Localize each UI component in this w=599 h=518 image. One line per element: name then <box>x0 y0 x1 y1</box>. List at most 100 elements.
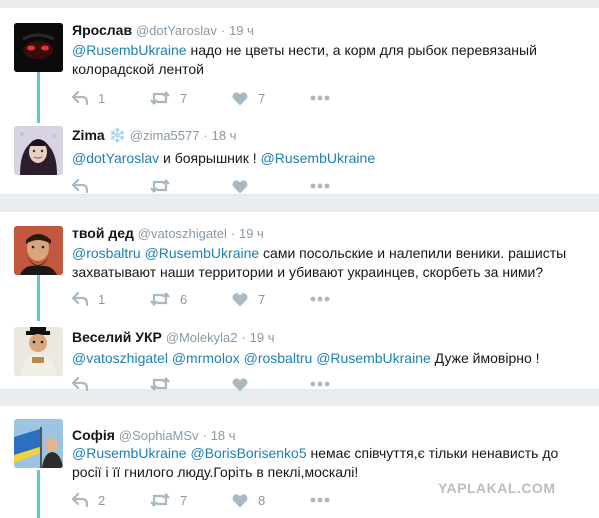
more-dots-icon <box>310 183 330 189</box>
retweet-icon <box>150 179 170 193</box>
more-button[interactable] <box>310 490 330 510</box>
conversation-group-1: Ярослав @dotYaroslav · 19 ч @RusembUkrai… <box>0 8 599 195</box>
mention-link[interactable]: @RusembUkraine <box>316 350 431 366</box>
like-count: 7 <box>258 90 266 106</box>
retweet-button[interactable] <box>150 176 180 196</box>
mention-link[interactable]: @BorisBorisenko5 <box>190 445 306 461</box>
avatar[interactable] <box>14 226 63 275</box>
tweet-3[interactable]: твой дед @vatoszhigatel · 19 ч @rosbaltr… <box>0 212 599 317</box>
retweet-button[interactable]: 6 <box>150 289 187 309</box>
mention-link[interactable]: @RusembUkraine <box>72 42 187 58</box>
tweet-header: Веселий УКР @Molekyla2 · 19 ч <box>72 329 274 345</box>
like-button[interactable] <box>232 374 258 394</box>
timestamp[interactable]: 19 ч <box>229 23 254 38</box>
more-dots-icon <box>310 497 330 503</box>
more-button[interactable] <box>310 88 330 108</box>
reply-count: 2 <box>98 492 106 508</box>
like-button[interactable]: 7 <box>232 88 265 108</box>
separator-dot: · <box>230 226 236 241</box>
author-handle[interactable]: @dotYaroslav <box>136 23 217 38</box>
reply-count: 1 <box>98 90 106 106</box>
tweet-text: @dotYaroslav и боярышник ! @RusembUkrain… <box>72 149 577 168</box>
author-name[interactable]: Ярослав <box>72 22 132 38</box>
reply-count: 1 <box>98 291 106 307</box>
heart-icon <box>232 292 248 307</box>
avatar[interactable] <box>14 23 63 72</box>
timestamp[interactable]: 18 ч <box>212 128 237 143</box>
avatar[interactable] <box>14 419 63 468</box>
separator-dot: · <box>220 23 226 38</box>
retweet-button[interactable]: 7 <box>150 490 187 510</box>
heart-icon <box>232 179 248 194</box>
like-button[interactable]: 8 <box>232 490 265 510</box>
tweet-2[interactable]: Zima ❄️ @zima5577 · 18 ч @dotYaroslav и … <box>0 112 599 194</box>
timestamp[interactable]: 18 ч <box>211 428 236 443</box>
mention-link[interactable]: @dotYaroslav <box>72 150 159 166</box>
heart-icon <box>232 91 248 106</box>
reply-button[interactable]: 2 <box>72 490 105 510</box>
tweet-4[interactable]: Веселий УКР @Molekyla2 · 19 ч @vatoszhig… <box>0 317 599 391</box>
author-handle[interactable]: @vatoszhigatel <box>138 226 227 241</box>
author-handle[interactable]: @zima5577 <box>130 128 200 143</box>
like-count: 7 <box>258 291 266 307</box>
tweet-header: Ярослав @dotYaroslav · 19 ч <box>72 22 254 38</box>
separator-dot: · <box>241 330 246 345</box>
reply-arrow-icon <box>72 377 88 391</box>
mention-link[interactable]: @RusembUkraine <box>261 150 376 166</box>
reply-button[interactable]: 1 <box>72 88 105 108</box>
action-bar <box>72 374 372 394</box>
retweet-icon <box>150 292 170 306</box>
conversation-group-3: Софія @SophiaMSv · 18 ч @RusembUkraine @… <box>0 406 599 518</box>
mention-link[interactable]: @RusembUkraine <box>72 445 187 461</box>
tweet-text: @rosbaltru @RusembUkraine сами посольски… <box>72 244 577 282</box>
action-bar <box>72 176 372 196</box>
mention-link[interactable]: @RusembUkraine <box>145 245 260 261</box>
tweet-1[interactable]: Ярослав @dotYaroslav · 19 ч @RusembUkrai… <box>0 8 599 111</box>
heart-icon <box>232 377 248 392</box>
author-handle[interactable]: @SophiaMSv <box>119 428 199 443</box>
like-button[interactable]: 7 <box>232 289 265 309</box>
mention-link[interactable]: @mrmolox <box>172 350 240 366</box>
avatar[interactable] <box>14 126 63 175</box>
conversation-group-2: твой дед @vatoszhigatel · 19 ч @rosbaltr… <box>0 212 599 391</box>
retweet-count: 7 <box>180 492 188 508</box>
heart-icon <box>232 493 248 508</box>
timestamp[interactable]: 19 ч <box>250 330 275 345</box>
author-handle[interactable]: @Molekyla2 <box>166 330 238 345</box>
author-name[interactable]: твой дед <box>72 225 134 241</box>
reply-button[interactable]: 1 <box>72 289 105 309</box>
tweet-header: Софія @SophiaMSv · 18 ч <box>72 427 236 443</box>
action-bar: 2 7 8 <box>72 490 372 510</box>
retweet-button[interactable] <box>150 374 180 394</box>
mention-link[interactable]: @rosbaltru <box>72 245 141 261</box>
more-button[interactable] <box>310 289 330 309</box>
reply-arrow-icon <box>72 91 88 105</box>
more-dots-icon <box>310 296 330 302</box>
retweet-button[interactable]: 7 <box>150 88 187 108</box>
action-bar: 1 6 7 <box>72 289 372 309</box>
reply-arrow-icon <box>72 179 88 193</box>
more-button[interactable] <box>310 374 330 394</box>
tweet-text: @RusembUkraine надо не цветы нести, а ко… <box>72 41 577 79</box>
site-watermark: YAPLAKAL.COM <box>438 480 556 496</box>
mention-link[interactable]: @rosbaltru <box>244 350 313 366</box>
reply-button[interactable] <box>72 176 98 196</box>
text-segment: и боярышник ! <box>159 150 261 166</box>
tweet-text: @RusembUkraine @BorisBorisenko5 немає сп… <box>72 444 577 482</box>
author-name[interactable]: Софія <box>72 427 115 443</box>
author-name[interactable]: Zima <box>72 127 105 143</box>
mention-link[interactable]: @vatoszhigatel <box>72 350 168 366</box>
tweet-5[interactable]: Софія @SophiaMSv · 18 ч @RusembUkraine @… <box>0 406 599 518</box>
tweet-header: твой дед @vatoszhigatel · 19 ч <box>72 225 264 241</box>
avatar[interactable] <box>14 327 63 376</box>
tweet-text: @vatoszhigatel @mrmolox @rosbaltru @Ruse… <box>72 349 577 368</box>
reply-button[interactable] <box>72 374 98 394</box>
more-dots-icon <box>310 381 330 387</box>
author-name[interactable]: Веселий УКР <box>72 329 162 345</box>
retweet-icon <box>150 91 170 105</box>
more-button[interactable] <box>310 176 330 196</box>
like-button[interactable] <box>232 176 258 196</box>
text-segment: Дуже ймовірно ! <box>430 350 540 366</box>
reply-arrow-icon <box>72 292 88 306</box>
timestamp[interactable]: 19 ч <box>239 226 264 241</box>
